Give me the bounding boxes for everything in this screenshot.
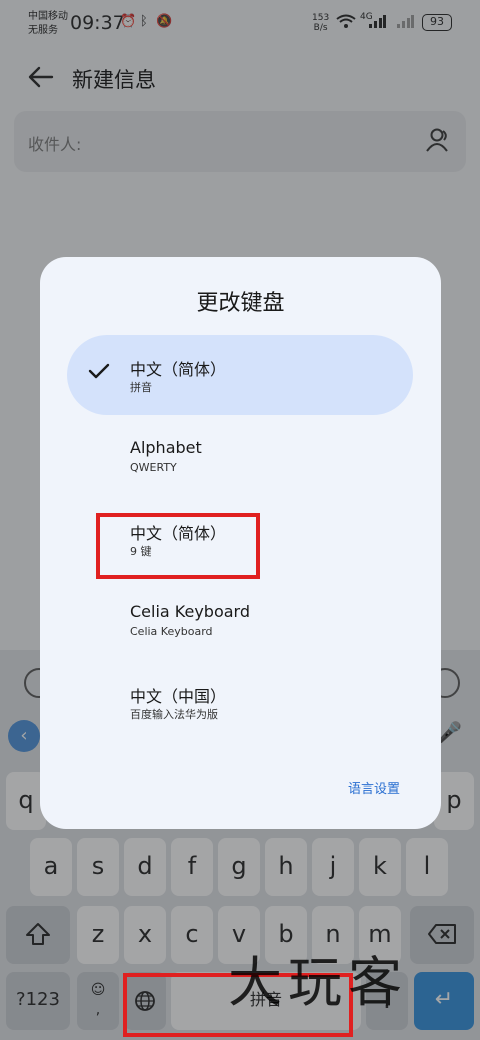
- checkmark-icon: [87, 359, 111, 383]
- keyboard-option-alphabet[interactable]: Alphabet QWERTY: [67, 417, 413, 497]
- option-title: 中文（中国）: [130, 687, 227, 706]
- option-subtitle: QWERTY: [130, 461, 177, 474]
- option-subtitle: 百度输入法华为版: [130, 708, 218, 721]
- annotation-highlight-9key: [96, 513, 260, 579]
- option-title: Alphabet: [130, 438, 202, 457]
- dialog-title: 更改键盘: [196, 291, 285, 316]
- option-subtitle: 拼音: [130, 381, 152, 394]
- option-title: Celia Keyboard: [130, 602, 251, 621]
- option-subtitle: Celia Keyboard: [130, 625, 213, 638]
- keyboard-option-celia[interactable]: Celia Keyboard Celia Keyboard: [67, 581, 413, 661]
- language-settings-link[interactable]: 语言设置: [348, 778, 400, 797]
- option-title: 中文（简体）: [130, 360, 227, 379]
- watermark: 大玩客: [228, 951, 408, 1014]
- keyboard-option-baidu[interactable]: 中文（中国） 百度输入法华为版: [67, 662, 413, 742]
- keyboard-option-chinese-pinyin[interactable]: 中文（简体） 拼音: [67, 335, 413, 415]
